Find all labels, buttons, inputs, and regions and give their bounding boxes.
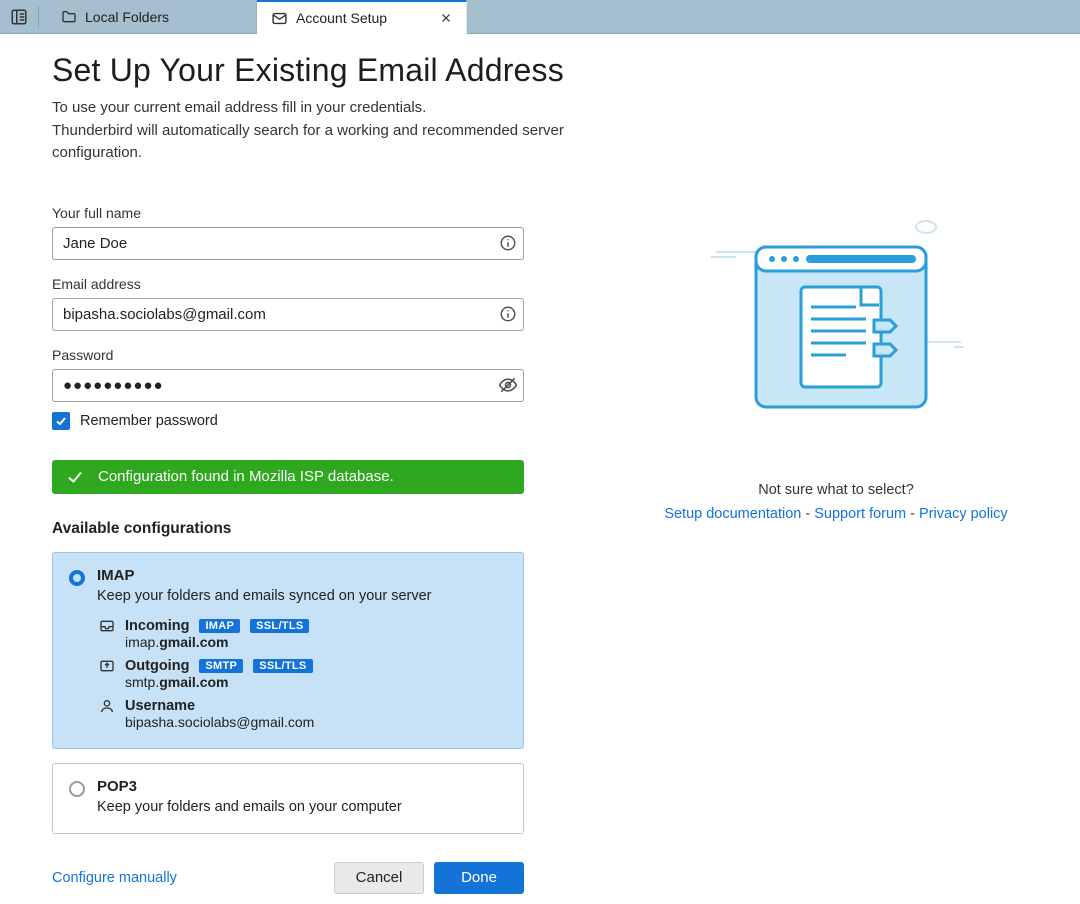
field-email: Email address xyxy=(52,276,622,331)
config-option-imap[interactable]: IMAP Keep your folders and emails synced… xyxy=(52,552,524,749)
password-input[interactable] xyxy=(53,370,493,401)
config-pop3-head: POP3 Keep your folders and emails on you… xyxy=(69,778,507,815)
outbox-icon xyxy=(97,658,117,674)
tabs-left-tools xyxy=(0,0,47,33)
email-label: Email address xyxy=(52,276,622,292)
spaces-toolbar-button[interactable] xyxy=(4,2,34,32)
remember-password-checkbox[interactable] xyxy=(52,412,70,430)
user-icon xyxy=(97,698,117,714)
form-column: Set Up Your Existing Email Address To us… xyxy=(52,52,622,894)
config-pop3-title: POP3 xyxy=(97,778,402,795)
tab-local-folders-label: Local Folders xyxy=(85,9,242,25)
field-full-name: Your full name xyxy=(52,205,622,260)
mail-settings-icon xyxy=(271,10,288,27)
config-imap-details: Incoming IMAP SSL/TLS imap.gmail.com Out… xyxy=(69,618,507,730)
setup-documentation-link[interactable]: Setup documentation xyxy=(664,506,801,522)
outgoing-row: Outgoing SMTP SSL/TLS xyxy=(97,658,507,674)
remember-password-row[interactable]: Remember password xyxy=(52,412,622,430)
username-value: bipasha.sociolabs@gmail.com xyxy=(97,714,507,730)
outgoing-host: smtp.gmail.com xyxy=(97,674,507,690)
status-message: Configuration found in Mozilla ISP datab… xyxy=(98,468,394,485)
radio-imap[interactable] xyxy=(69,570,85,586)
page-subtitle: To use your current email address fill i… xyxy=(52,97,622,165)
subtitle-line2: Thunderbird will automatically search fo… xyxy=(52,122,564,162)
tabs-bar: Local Folders Account Setup xyxy=(0,0,1080,34)
password-label: Password xyxy=(52,347,622,363)
tab-local-folders[interactable]: Local Folders xyxy=(47,0,257,34)
help-links: Setup documentation - Support forum - Pr… xyxy=(652,506,1020,522)
tab-account-setup[interactable]: Account Setup xyxy=(257,0,467,34)
content-area: Set Up Your Existing Email Address To us… xyxy=(0,34,1080,894)
support-forum-link[interactable]: Support forum xyxy=(814,506,906,522)
username-row: Username xyxy=(97,698,507,714)
help-text: Not sure what to select? xyxy=(652,482,1020,498)
config-pop3-desc: Keep your folders and emails on your com… xyxy=(97,799,402,815)
config-imap-title: IMAP xyxy=(97,567,431,584)
email-input-wrap xyxy=(52,298,524,331)
incoming-host: imap.gmail.com xyxy=(97,634,507,650)
incoming-row: Incoming IMAP SSL/TLS xyxy=(97,618,507,634)
field-password: Password xyxy=(52,347,622,402)
incoming-proto-pill: IMAP xyxy=(199,619,240,633)
full-name-input[interactable] xyxy=(53,228,493,259)
incoming-label: Incoming xyxy=(125,618,189,634)
password-input-wrap xyxy=(52,369,524,402)
radio-pop3[interactable] xyxy=(69,781,85,797)
subtitle-line1: To use your current email address fill i… xyxy=(52,99,426,116)
separator: - xyxy=(805,506,814,522)
privacy-policy-link[interactable]: Privacy policy xyxy=(919,506,1008,522)
footer-actions: Configure manually Cancel Done xyxy=(52,862,524,894)
inbox-icon xyxy=(97,618,117,634)
config-option-pop3[interactable]: POP3 Keep your folders and emails on you… xyxy=(52,763,524,834)
status-banner: Configuration found in Mozilla ISP datab… xyxy=(52,460,524,494)
separator: - xyxy=(910,506,919,522)
done-button[interactable]: Done xyxy=(434,862,524,894)
cancel-button[interactable]: Cancel xyxy=(334,862,424,894)
outgoing-proto-pill: SMTP xyxy=(199,659,243,673)
configure-manually-link[interactable]: Configure manually xyxy=(52,870,177,886)
folder-icon xyxy=(61,9,77,25)
check-icon xyxy=(66,468,84,486)
config-imap-desc: Keep your folders and emails synced on y… xyxy=(97,588,431,604)
tab-account-setup-label: Account Setup xyxy=(296,10,432,26)
close-tab-icon[interactable] xyxy=(440,12,452,24)
remember-password-label: Remember password xyxy=(80,413,218,429)
full-name-input-wrap xyxy=(52,227,524,260)
email-input[interactable] xyxy=(53,299,493,330)
outgoing-label: Outgoing xyxy=(125,658,189,674)
username-label: Username xyxy=(125,698,195,714)
page-title: Set Up Your Existing Email Address xyxy=(52,52,622,89)
incoming-sec-pill: SSL/TLS xyxy=(250,619,309,633)
help-column: Not sure what to select? Setup documenta… xyxy=(622,52,1080,894)
info-icon[interactable] xyxy=(493,228,523,258)
separator xyxy=(38,6,39,28)
info-icon[interactable] xyxy=(493,299,523,329)
toggle-password-visibility-icon[interactable] xyxy=(493,370,523,400)
outgoing-sec-pill: SSL/TLS xyxy=(253,659,312,673)
full-name-label: Your full name xyxy=(52,205,622,221)
available-configurations-heading: Available configurations xyxy=(52,520,622,538)
config-imap-head: IMAP Keep your folders and emails synced… xyxy=(69,567,507,604)
illustration xyxy=(652,212,1020,412)
